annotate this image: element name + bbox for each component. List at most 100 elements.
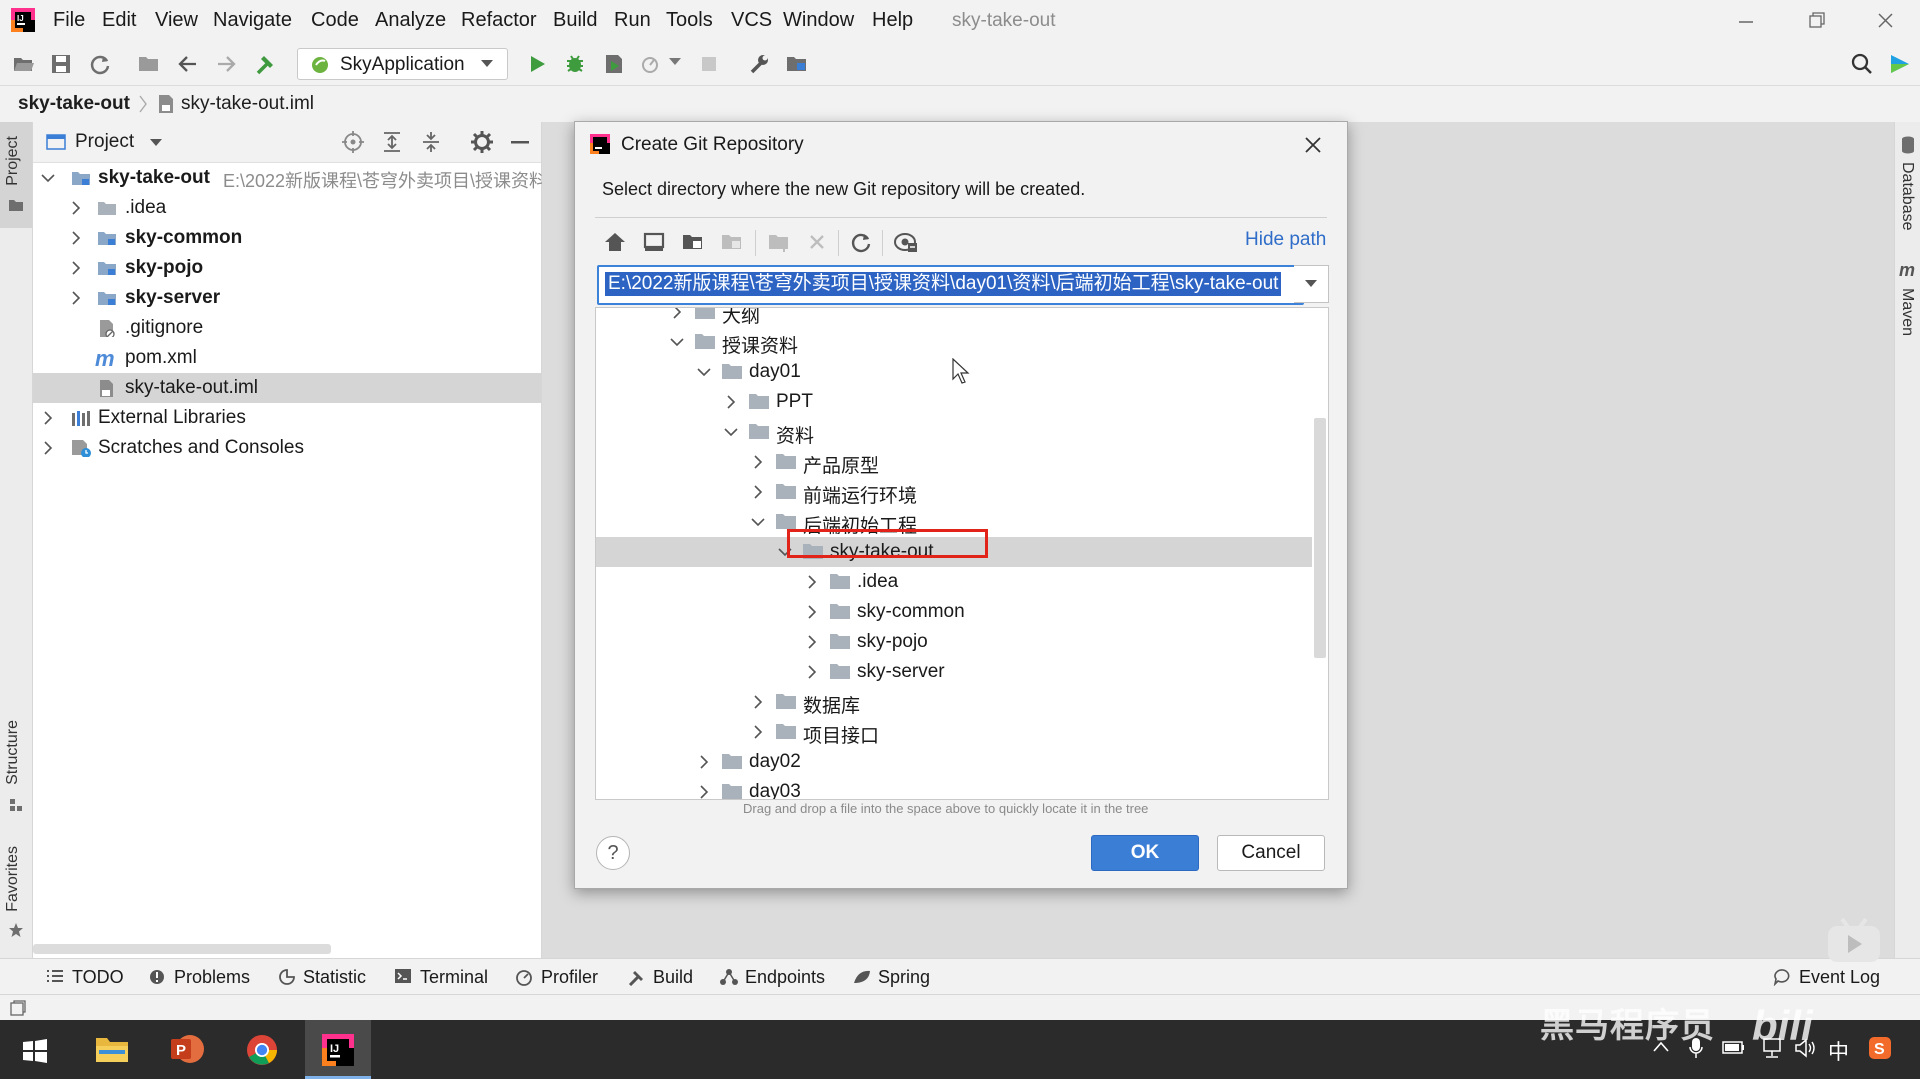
directory-tree[interactable]: 大纲 授课资料 day01 PPT 资料 产品原型 前端运行环境 后端初始工程 …: [595, 307, 1329, 800]
tree-row-pom[interactable]: m pom.xml: [33, 343, 541, 373]
file-explorer-icon[interactable]: [95, 1034, 129, 1064]
tab-database[interactable]: Database: [1898, 162, 1916, 231]
menu-analyze[interactable]: Analyze: [375, 9, 446, 32]
tree-row-sky-pojo[interactable]: sky-pojo: [33, 253, 541, 283]
tab-project[interactable]: Project: [4, 136, 22, 186]
path-input[interactable]: E:\2022新版课程\苍穹外卖项目\授课资料\day01\资料\后端初始工程\…: [597, 265, 1304, 305]
desktop-icon[interactable]: [642, 230, 666, 254]
settings-wrench-icon[interactable]: [747, 52, 771, 76]
hide-path-link[interactable]: Hide path: [1245, 229, 1326, 251]
tab-maven[interactable]: Maven: [1898, 288, 1916, 336]
menu-vcs[interactable]: VCS: [731, 9, 772, 32]
tree-row-iml-selected[interactable]: sky-take-out.iml: [33, 373, 541, 403]
windows-start-icon[interactable]: [22, 1039, 48, 1063]
menu-run[interactable]: Run: [614, 9, 651, 32]
tree-row-outline[interactable]: 大纲: [596, 308, 1312, 327]
vertical-scrollbar[interactable]: [1314, 418, 1326, 658]
tool-build[interactable]: Build: [627, 967, 693, 988]
show-hidden-icon[interactable]: [893, 230, 917, 254]
debug-icon[interactable]: [563, 52, 587, 76]
breadcrumb-file[interactable]: sky-take-out.iml: [181, 93, 314, 115]
tree-row-idea[interactable]: .idea: [596, 567, 1312, 597]
gear-icon[interactable]: [471, 131, 493, 153]
chevron-down-icon[interactable]: [149, 138, 163, 148]
module-folder-disabled-icon[interactable]: [720, 230, 744, 254]
tree-row-sky-common[interactable]: sky-common: [33, 223, 541, 253]
tree-row-database[interactable]: 数据库: [596, 687, 1312, 717]
tool-endpoints[interactable]: Endpoints: [719, 967, 825, 988]
home-icon[interactable]: [603, 230, 627, 254]
sync-icon[interactable]: [88, 52, 112, 76]
tool-spring[interactable]: Spring: [852, 967, 930, 988]
tab-structure[interactable]: Structure: [4, 720, 22, 785]
chrome-icon[interactable]: [245, 1033, 279, 1067]
menu-help[interactable]: Help: [872, 9, 913, 32]
help-button[interactable]: ?: [596, 836, 630, 870]
menu-view[interactable]: View: [155, 9, 198, 32]
tree-row-external-libraries[interactable]: External Libraries: [33, 403, 541, 433]
delete-icon[interactable]: [805, 230, 829, 254]
search-icon[interactable]: [1850, 52, 1874, 76]
locate-file-icon[interactable]: [342, 131, 364, 153]
tree-row-day03[interactable]: day03: [596, 777, 1312, 799]
tree-row-prototype[interactable]: 产品原型: [596, 447, 1312, 477]
tool-problems[interactable]: Problems: [148, 967, 250, 988]
build-hammer-icon[interactable]: [253, 52, 277, 76]
menu-window[interactable]: Window: [783, 9, 854, 32]
stop-icon[interactable]: [697, 52, 721, 76]
run-icon[interactable]: [525, 52, 549, 76]
save-icon[interactable]: [49, 52, 73, 76]
tree-row-frontend-env[interactable]: 前端运行环境: [596, 477, 1312, 507]
minimize-icon[interactable]: [1725, 8, 1765, 34]
floating-player-icon[interactable]: [1826, 915, 1882, 965]
intellij-taskbar-item[interactable]: IJ: [305, 1020, 371, 1079]
open-folder-icon[interactable]: [12, 52, 36, 76]
tree-row-api[interactable]: 项目接口: [596, 717, 1312, 747]
tool-profiler[interactable]: Profiler: [515, 967, 598, 988]
tool-todo[interactable]: TODO: [46, 967, 124, 988]
back-arrow-icon[interactable]: [176, 52, 200, 76]
tree-row-sky-server[interactable]: sky-server: [596, 657, 1312, 687]
cancel-button[interactable]: Cancel: [1217, 835, 1325, 871]
menu-edit[interactable]: Edit: [102, 9, 136, 32]
tree-row-ppt[interactable]: PPT: [596, 387, 1312, 417]
layout-toggle-icon[interactable]: [10, 1000, 26, 1016]
hide-panel-icon[interactable]: [511, 141, 529, 145]
new-folder-icon[interactable]: [767, 230, 791, 254]
tree-row-scratches[interactable]: Scratches and Consoles: [33, 433, 541, 463]
run-configuration-selector[interactable]: SkyApplication: [297, 48, 508, 80]
project-structure-folder-icon[interactable]: [785, 52, 809, 76]
ok-button[interactable]: OK: [1091, 835, 1199, 871]
powerpoint-icon[interactable]: P: [170, 1033, 204, 1065]
menu-build[interactable]: Build: [553, 9, 597, 32]
battery-icon[interactable]: [1722, 1038, 1746, 1056]
chevron-down-icon[interactable]: [668, 57, 692, 81]
menu-file[interactable]: File: [53, 9, 85, 32]
tree-row-sky-server[interactable]: sky-server: [33, 283, 541, 313]
tree-row-day02[interactable]: day02: [596, 747, 1312, 777]
tree-row-root[interactable]: sky-take-out E:\2022新版课程\苍穹外卖项目\授课资料: [33, 163, 547, 193]
tree-row-materials[interactable]: 资料: [596, 417, 1312, 447]
breadcrumb-project[interactable]: sky-take-out: [18, 93, 130, 115]
tree-row-idea[interactable]: .idea: [33, 193, 541, 223]
menu-code[interactable]: Code: [311, 9, 359, 32]
menu-navigate[interactable]: Navigate: [213, 9, 292, 32]
coverage-icon[interactable]: [602, 52, 626, 76]
tool-terminal[interactable]: Terminal: [394, 967, 488, 988]
tab-favorites[interactable]: Favorites: [4, 846, 22, 912]
project-structure-icon[interactable]: [137, 52, 161, 76]
tree-row-gitignore[interactable]: .gitignore: [33, 313, 541, 343]
close-icon[interactable]: [1301, 133, 1325, 157]
tree-row-sky-pojo[interactable]: sky-pojo: [596, 627, 1312, 657]
menu-refactor[interactable]: Refactor: [461, 9, 537, 32]
profiler-icon[interactable]: [640, 52, 664, 76]
forward-arrow-icon[interactable]: [214, 52, 238, 76]
tool-statistic[interactable]: Statistic: [277, 967, 366, 988]
collapse-all-icon[interactable]: [421, 131, 441, 153]
project-panel-title[interactable]: Project: [75, 131, 134, 153]
restore-icon[interactable]: [1796, 8, 1836, 34]
project-folder-icon[interactable]: [681, 230, 705, 254]
tool-event-log[interactable]: Event Log: [1773, 967, 1880, 988]
tree-row-sky-common[interactable]: sky-common: [596, 597, 1312, 627]
jetbrains-toolbox-icon[interactable]: [1888, 52, 1912, 76]
